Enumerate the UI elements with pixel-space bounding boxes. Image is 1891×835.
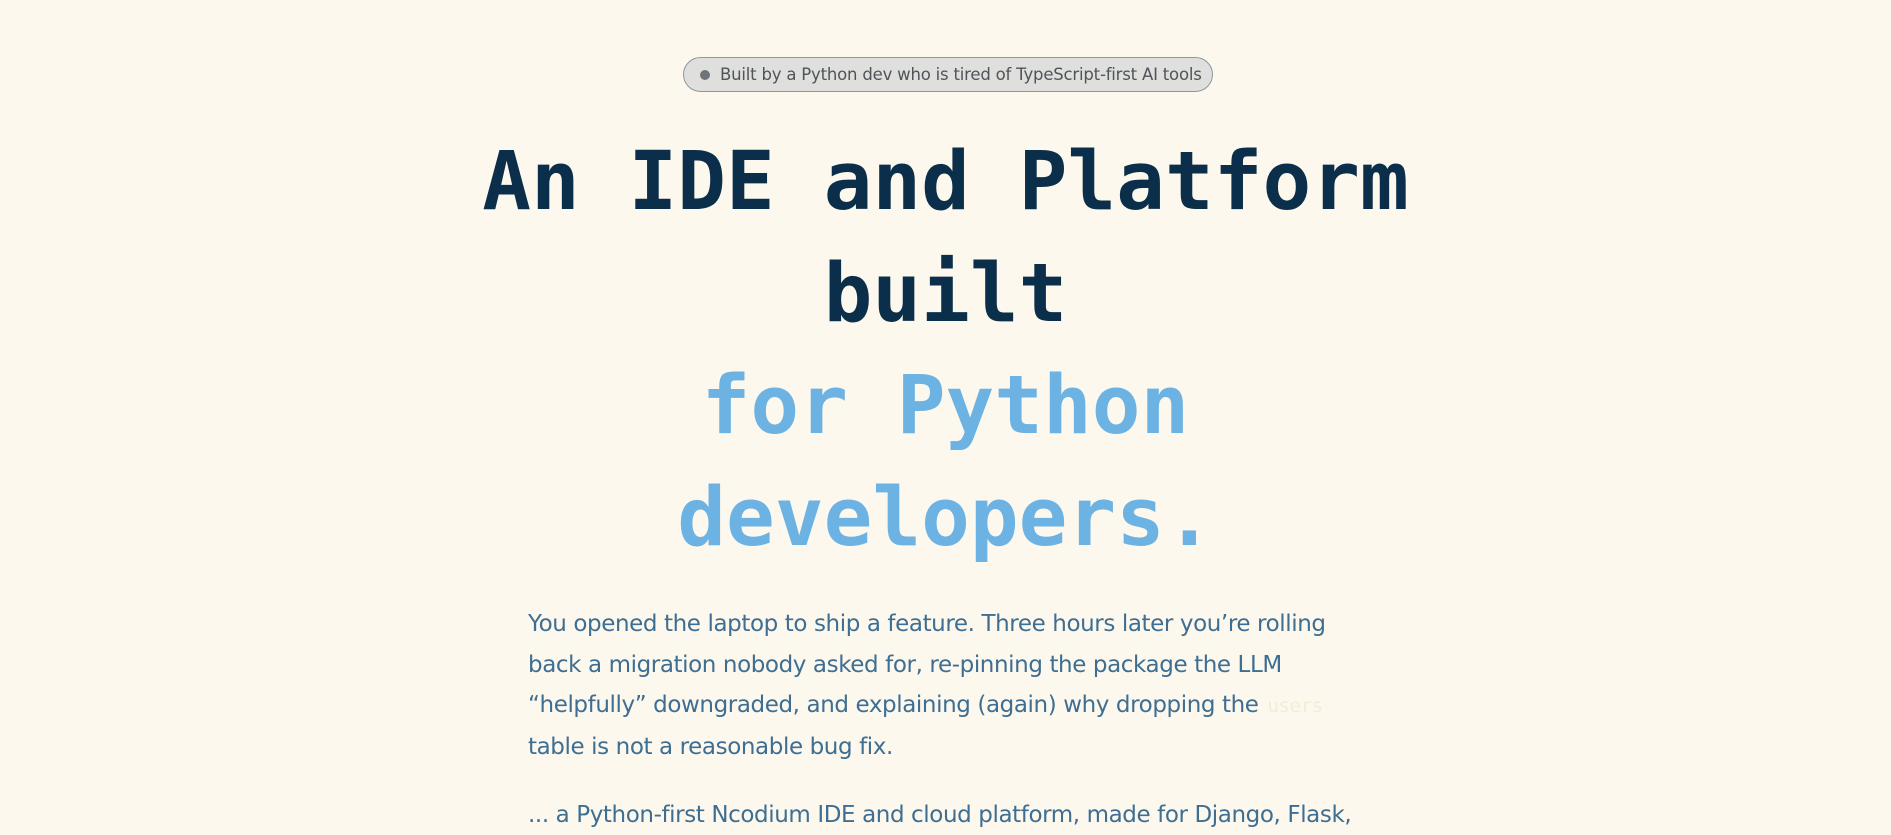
inline-code: users xyxy=(1267,695,1323,717)
badge-text: Built by a Python dev who is tired of Ty… xyxy=(720,65,1202,84)
intro-paragraph: You opened the laptop to ship a feature.… xyxy=(528,604,1358,767)
status-dot-icon xyxy=(700,69,710,80)
hero-line-4: developers. xyxy=(677,471,1214,565)
hero-line-3: for Python xyxy=(701,359,1190,453)
hero-line-1: An IDE and Platform xyxy=(482,135,1409,229)
intro-text-end: table is not a reasonable bug fix. xyxy=(528,733,893,760)
hero-line-2: built xyxy=(823,247,1068,341)
intro-text-start: You opened the laptop to ship a feature.… xyxy=(528,611,1326,718)
hero-heading: An IDE and Platform built for Python dev… xyxy=(0,126,1891,574)
announcement-badge: Built by a Python dev who is tired of Ty… xyxy=(683,57,1213,92)
next-paragraph: ... a Python-first Ncodium IDE and cloud… xyxy=(528,802,1358,828)
